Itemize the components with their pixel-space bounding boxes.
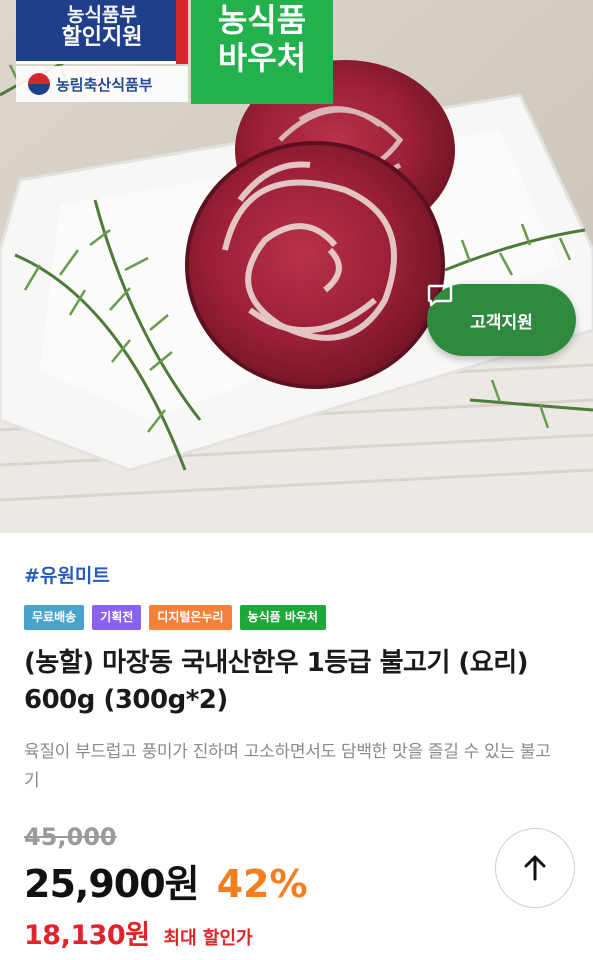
ministry-label: 농림축산식품부	[16, 66, 188, 102]
tag-list: 무료배송 기획전 디지털온누리 농식품 바우처	[24, 605, 326, 630]
voucher-badge-line1: 농식품	[217, 1, 307, 39]
arrow-up-icon	[524, 855, 546, 881]
customer-support-button[interactable]: 고객지원	[427, 284, 576, 356]
gov-discount-badge: 농식품부 할인지원	[16, 0, 188, 64]
product-description: 육질이 부드럽고 풍미가 진하며 고소하면서도 담백한 맛을 즐길 수 있는 불…	[24, 742, 551, 791]
product-title: (농할) 마장동 국내산한우 1등급 불고기 (요리) 600g (300g*2…	[24, 648, 529, 715]
sale-price: 25,900원	[24, 862, 200, 906]
original-price: 45,000	[24, 823, 117, 851]
chat-icon	[427, 284, 453, 307]
ministry-logo-icon	[28, 73, 50, 95]
voucher-badge-line2: 바우처	[217, 39, 307, 77]
tag-food-voucher: 농식품 바우처	[239, 605, 326, 630]
max-discount-price: 18,130원	[24, 920, 150, 951]
discount-rate: 42%	[216, 862, 308, 906]
ministry-name: 농림축산식품부	[56, 75, 153, 94]
brand-link[interactable]: #유원미트	[24, 561, 110, 588]
product-info: #유원미트 무료배송 기획전 디지털온누리 농식품 바우처 (농할) 마장동 국…	[0, 533, 593, 960]
scroll-to-top-button[interactable]	[495, 828, 575, 908]
price-row: 25,900원 42%	[24, 853, 308, 908]
tag-special-event: 기획전	[92, 605, 142, 630]
tag-free-shipping: 무료배송	[24, 605, 85, 630]
product-image: 농식품부 할인지원 농림축산식품부 농식품 바우처 고객지원	[0, 0, 593, 533]
gov-badge-line1: 농식품부	[67, 4, 137, 26]
tag-digital-onnuri: 디지털온누리	[149, 605, 232, 630]
customer-support-label: 고객지원	[470, 312, 533, 333]
max-discount-label: 최대 할인가	[163, 928, 253, 949]
max-discount-row: 18,130원 최대 할인가	[24, 913, 253, 952]
badge-stripe	[176, 0, 188, 64]
voucher-badge: 농식품 바우처	[191, 0, 333, 104]
gov-badge-line2: 할인지원	[61, 25, 143, 50]
